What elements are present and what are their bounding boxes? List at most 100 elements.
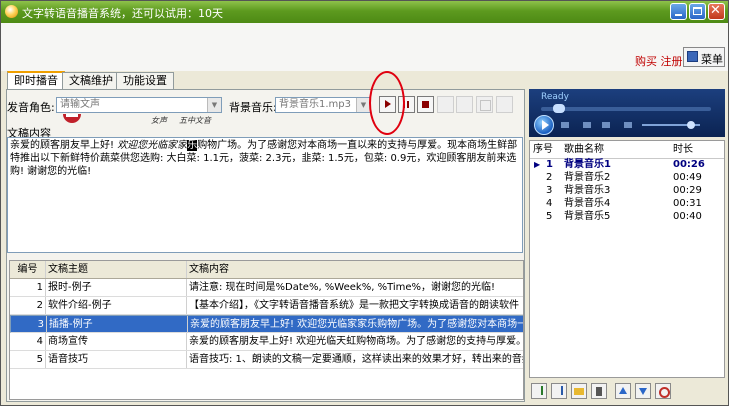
title-bar[interactable]: 文字转语音播音系统，还可以试用：10天 ✕ [1,1,728,23]
track-duration: 00:49 [673,172,702,183]
table-row[interactable]: 2 软件介绍-例子 【基本介绍】，《文字转语音播音系统》是一款把文字转换成语音的… [10,297,523,315]
col-header-topic[interactable]: 文稿主题 [46,261,187,278]
previous-icon[interactable] [583,122,591,128]
table-row[interactable]: 4 商场宣传 亲爱的顾客朋友早上好! 欢迎光临天虹购物商场。为了感谢您的支持与厚… [10,333,524,351]
col-header-content[interactable]: 文稿内容 [187,261,523,278]
chevron-down-icon[interactable]: ▼ [356,98,370,112]
player-play-button[interactable] [534,115,554,135]
next-icon[interactable] [602,122,610,128]
track-title: 背景音乐5 [564,211,611,222]
col-header-no[interactable]: 序号 [533,143,561,156]
account-links: 购买 注册 [635,53,683,69]
row-id: 3 [11,316,47,333]
track-title: 背景音乐4 [564,198,611,209]
volume-icon[interactable] [624,122,632,128]
current-track-icon: ▶ [534,160,541,169]
loop-button[interactable] [655,383,671,399]
tab-instant-broadcast[interactable]: 即时播音 [7,71,65,90]
row-topic: 软件介绍-例子 [46,297,187,314]
row-topic: 插播-例子 [47,316,188,333]
playlist-item-current[interactable]: ▶ 1 背景音乐1 00:26 [530,158,724,171]
table-row[interactable]: 5 语音技巧 语音技巧: 1、朗读的文稿一定要通顺，这样读出来的效果才好，转出来… [10,351,523,369]
stop-icon [422,101,429,108]
music-add-icon [535,386,543,395]
col-header-id[interactable]: 编号 [10,261,46,278]
row-topic: 商场宣传 [46,333,187,350]
row-content: 亲爱的顾客朋友早上好! 欢迎光临天虹购物商场。为了感谢您的支持与厚爱。我 [189,336,524,347]
script-text-start: 亲爱的顾客朋友早上好! [10,140,118,151]
player-stop-icon[interactable] [561,122,569,128]
col-header-title[interactable]: 歌曲名称 [564,143,604,156]
table-row[interactable]: 1 报时-例子 请注意: 现在时间是%Date%, %Week%, %Time%… [10,279,523,297]
disabled-button-3[interactable] [496,96,513,113]
voice-role-label: 发音角色: [7,101,55,114]
track-duration: 00:26 [673,159,705,170]
music-remove-icon [555,386,563,395]
save-audio-button[interactable] [476,96,493,113]
menu-button[interactable]: 菜单 [683,47,725,67]
loop-icon [659,387,670,398]
row-id: 4 [10,333,46,350]
playlist-item[interactable]: 2 背景音乐2 00:49 [530,171,724,184]
bgm-label: 背景音乐: [229,101,277,114]
stop-button[interactable] [417,96,434,113]
playlist: 序号 歌曲名称 时长 ▶ 1 背景音乐1 00:26 2 背景音乐2 00:49… [529,140,725,378]
register-link[interactable]: 注册 [661,55,683,68]
col-header-duration[interactable]: 时长 [673,143,693,156]
playlist-item[interactable]: 5 背景音乐5 00:40 [530,210,724,223]
script-text-italic: 欢迎您光临家家 [117,140,188,151]
trash-icon [596,387,602,396]
add-music-button[interactable] [531,383,547,399]
close-button[interactable]: ✕ [708,3,725,20]
script-text-area[interactable]: 亲爱的顾客朋友早上好! 欢迎您光临家家乐购物广场。为了感谢您对本商场一直以来的支… [7,137,523,253]
remove-music-button[interactable] [551,383,567,399]
track-duration: 00:29 [673,185,702,196]
track-no: 4 [546,198,553,209]
disk-icon [480,100,491,111]
row-id: 1 [10,279,46,296]
arrow-down-icon [639,388,647,395]
folder-icon [574,388,584,395]
row-content: 亲爱的顾客朋友早上好! 欢迎您光临家家乐购物广场。为了感谢您对本商场一直 [190,319,524,330]
move-down-button[interactable] [635,383,651,399]
voice-role-select[interactable]: 请输文声 ▼ [56,97,222,113]
chevron-down-icon[interactable]: ▼ [207,98,221,112]
folder-button[interactable] [571,383,587,399]
menu-button-label: 菜单 [701,53,723,66]
arrow-up-icon [619,387,627,394]
top-strip [1,23,728,71]
table-header: 编号 文稿主题 文稿内容 [10,261,523,279]
disabled-button-2[interactable] [456,96,473,113]
minimize-icon [675,14,682,16]
track-no: 5 [546,211,553,222]
track-title: 背景音乐2 [564,172,611,183]
bgm-value: 背景音乐1.mp3 [279,99,351,110]
playlist-item[interactable]: 3 背景音乐3 00:29 [530,184,724,197]
buy-link[interactable]: 购买 [635,55,657,68]
row-id: 2 [10,297,46,314]
seek-bar[interactable] [541,107,711,111]
delete-button[interactable] [591,383,607,399]
tab-script-maintenance[interactable]: 文稿维护 [62,72,120,89]
playlist-header: 序号 歌曲名称 时长 [530,143,724,159]
volume-handle[interactable] [687,121,695,129]
close-icon: ✕ [710,3,721,18]
row-topic: 语音技巧 [46,351,187,368]
voice-role-value: 请输文声 [60,99,100,110]
app-icon [5,5,18,18]
table-row-selected[interactable]: 3 插播-例子 亲爱的顾客朋友早上好! 欢迎您光临家家乐购物广场。为了感谢您对本… [10,315,524,333]
track-title: 背景音乐3 [564,185,611,196]
track-duration: 00:31 [673,198,702,209]
track-no: 2 [546,172,553,183]
track-title: 背景音乐1 [564,159,611,170]
minimize-button[interactable] [670,3,687,20]
tab-settings[interactable]: 功能设置 [116,72,174,89]
track-no: 3 [546,185,553,196]
seek-handle[interactable] [553,104,565,113]
playlist-item[interactable]: 4 背景音乐4 00:31 [530,197,724,210]
move-up-button[interactable] [615,383,631,399]
maximize-button[interactable] [689,3,706,20]
bgm-select[interactable]: 背景音乐1.mp3 ▼ [275,97,371,113]
red-annotation-circle [369,71,405,135]
disabled-button-1[interactable] [437,96,454,113]
